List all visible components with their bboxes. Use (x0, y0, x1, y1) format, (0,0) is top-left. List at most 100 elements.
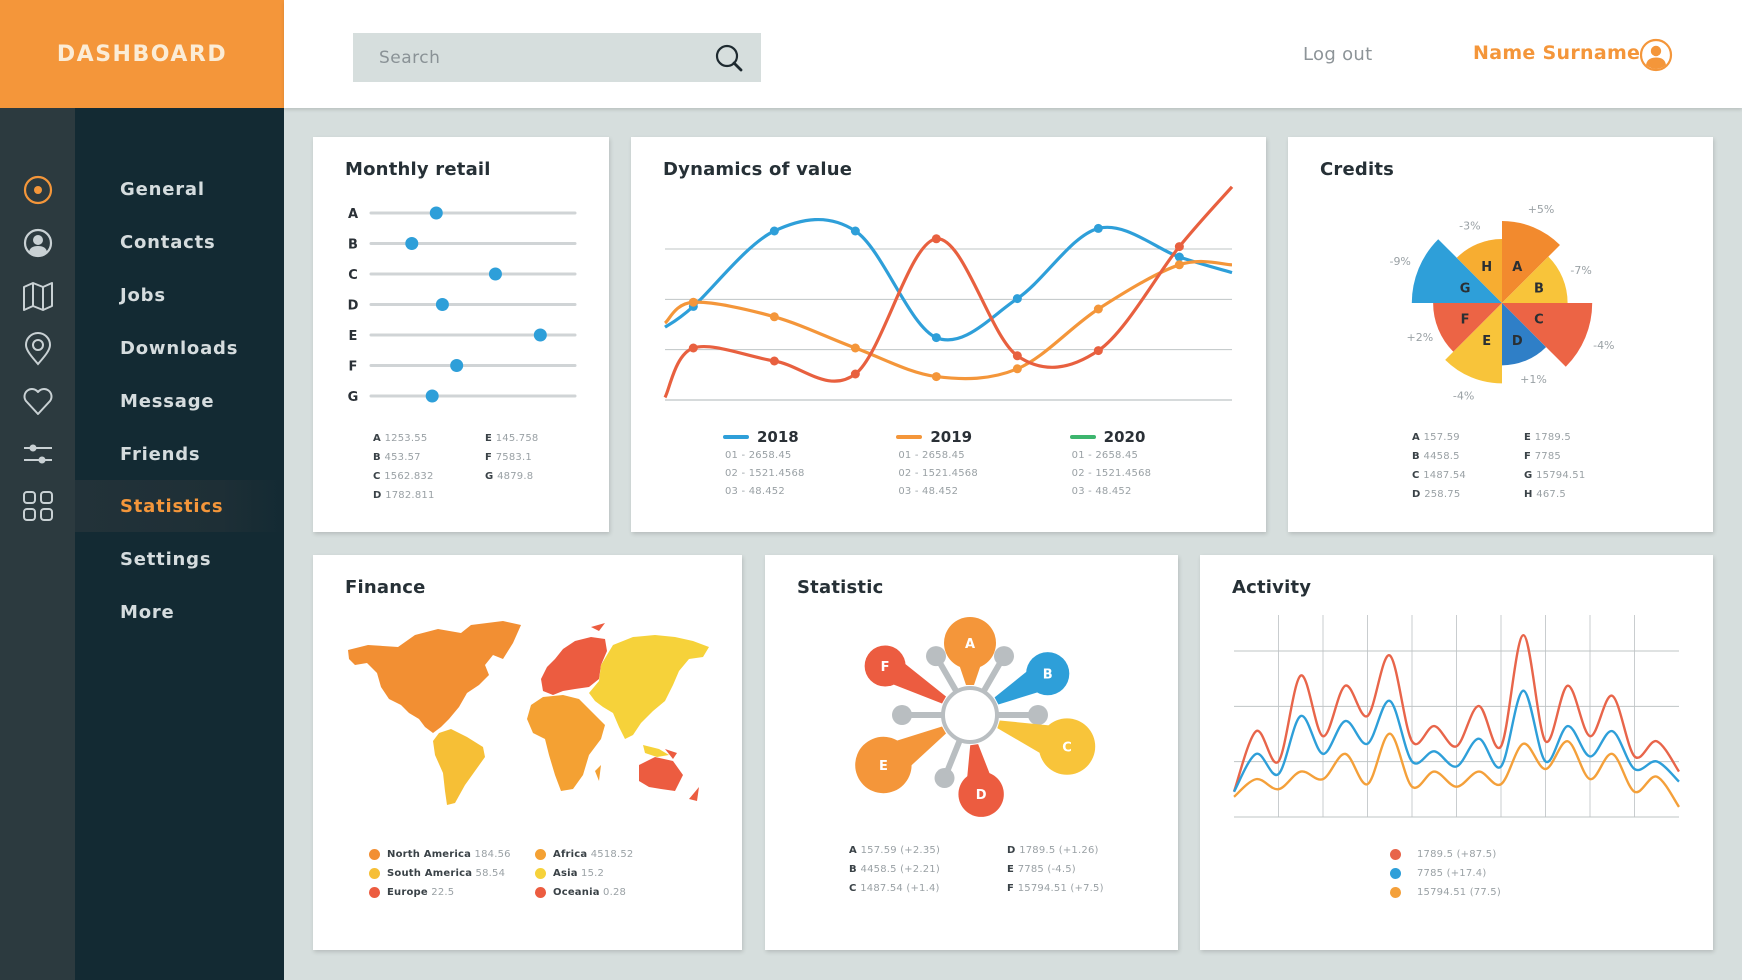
legend-item: C 1487.54 (+1.4) (849, 883, 940, 894)
sidebar-item-settings[interactable]: Settings (75, 533, 284, 585)
legend-dot (535, 849, 546, 860)
sidebar-item-friends[interactable]: Friends (75, 428, 284, 480)
data-point[interactable] (1174, 260, 1184, 270)
user-name[interactable]: Name Surname (1473, 42, 1640, 64)
legend-key: A (849, 845, 861, 856)
data-point[interactable] (1012, 364, 1022, 374)
target-icon[interactable] (21, 173, 55, 207)
map-region-south-america[interactable] (433, 729, 485, 805)
data-point[interactable] (688, 343, 698, 353)
monthly-retail-chart: A BC DE FG (348, 206, 577, 405)
legend-row: 02 - 1521.4568 (725, 468, 805, 479)
slice-change-label: -9% (1389, 255, 1410, 268)
series-line-2020[interactable] (663, 185, 1234, 399)
slider-handle[interactable] (405, 237, 419, 250)
data-point[interactable] (769, 312, 779, 322)
data-point[interactable] (1174, 252, 1184, 262)
map-icon[interactable] (21, 279, 55, 313)
legend-group: 2019 01 - 2658.45 02 - 1521.4568 03 - 48.45… (896, 427, 1069, 501)
user-circle-icon[interactable] (21, 226, 55, 260)
sliders-icon[interactable] (21, 437, 55, 471)
data-point[interactable] (688, 297, 698, 307)
legend-row: 03 - 48.452 (1071, 486, 1132, 497)
slice-change-label: +2% (1407, 331, 1434, 344)
legend-key: D (1007, 845, 1020, 856)
slider-handle[interactable] (450, 359, 464, 372)
legend-item: B 4458.5 (+2.21) (849, 864, 940, 875)
legend-row: 02 - 1521.4568 (1071, 468, 1152, 479)
legend-item: A 157.59 (+2.35) (849, 845, 941, 856)
node-label: F (881, 660, 890, 675)
slice-label: H (1481, 260, 1492, 275)
slice-label: A (1512, 260, 1522, 275)
slider-handle[interactable] (533, 328, 547, 342)
legend-series-name: 2018 (757, 428, 799, 446)
sidebar-item-jobs[interactable]: Jobs (75, 269, 284, 321)
legend-item: 15794.51 (77.5) (1390, 883, 1590, 902)
data-point[interactable] (850, 226, 860, 236)
grid-icon[interactable] (21, 489, 55, 523)
sidebar-item-general[interactable]: General (75, 163, 284, 215)
map-region-oceania[interactable] (639, 749, 699, 801)
legend-item: F 15794.51 (+7.5) (1007, 883, 1104, 894)
region-name: Europe (387, 887, 428, 898)
legend-dot (369, 849, 380, 860)
data-point[interactable] (1012, 294, 1022, 304)
data-point[interactable] (1174, 242, 1184, 252)
spoke-grey-end (934, 768, 955, 789)
slider-handle[interactable] (425, 389, 439, 403)
legend-dot (535, 887, 546, 898)
activity-card: Activity 1789.5 (+87.5) 7785 (+17.4) 15794… (1200, 555, 1713, 950)
world-map (348, 621, 709, 805)
series-line-2019[interactable] (663, 259, 1233, 381)
slider-handle[interactable] (429, 206, 443, 220)
activity-chart (1232, 615, 1680, 818)
legend-item: B 453.57 (373, 452, 421, 463)
sidebar-item-statistics[interactable]: Statistics (75, 480, 284, 532)
logout-link[interactable]: Log out (1303, 44, 1372, 65)
legend-header: 2018 (723, 427, 896, 447)
legend-row: 01 - 2658.45 (898, 450, 965, 461)
data-point[interactable] (1093, 223, 1103, 233)
data-point[interactable] (769, 226, 779, 236)
legend-key: A (373, 433, 385, 444)
legend-item: D 258.75 (1412, 489, 1461, 500)
map-region-africa[interactable] (527, 695, 605, 791)
data-point[interactable] (850, 369, 860, 379)
map-region-north-america[interactable] (348, 621, 521, 733)
legend-dot (1390, 887, 1401, 898)
data-point[interactable] (1093, 346, 1103, 356)
data-point[interactable] (931, 372, 941, 382)
legend-key: D (1412, 489, 1425, 500)
search-icon[interactable] (713, 42, 745, 74)
data-point[interactable] (1093, 304, 1103, 314)
data-point[interactable] (931, 333, 941, 343)
slice-change-label: +1% (1520, 373, 1547, 386)
sidebar-item-message[interactable]: Message (75, 375, 284, 427)
user-avatar-icon[interactable] (1639, 38, 1673, 72)
node-label: E (879, 759, 888, 774)
sidebar-item-contacts[interactable]: Contacts (75, 216, 284, 268)
slider-handle[interactable] (488, 267, 502, 281)
legend-item: C 1562.832 (373, 471, 434, 482)
dynamics-card: Dynamics of value 2018 01 - 2658.45 02 - 1… (631, 137, 1266, 532)
slice-change-label: -3% (1459, 219, 1480, 232)
map-region-asia[interactable] (589, 635, 709, 757)
legend-dot (369, 887, 380, 898)
legend-item: 7785 (+17.4) (1390, 864, 1590, 883)
data-point[interactable] (769, 356, 779, 366)
brand-logo[interactable]: DASHBOARD (0, 0, 284, 108)
slider-handle[interactable] (435, 298, 449, 311)
data-point[interactable] (1012, 351, 1022, 361)
search-input[interactable] (379, 47, 679, 68)
sidebar-item-downloads[interactable]: Downloads (75, 322, 284, 374)
slice-change-label: -4% (1593, 339, 1614, 352)
data-point[interactable] (850, 343, 860, 353)
sidebar-item-more[interactable]: More (75, 586, 284, 638)
location-pin-icon[interactable] (21, 332, 55, 366)
heart-icon[interactable] (21, 384, 55, 418)
legend-key: H (1524, 489, 1537, 500)
credits-chart: A +5% B -7% C -4% D +1% E -4% F +2% G -9% H -3% (1389, 203, 1614, 403)
data-point[interactable] (931, 234, 941, 244)
slice-change-label: -4% (1453, 390, 1474, 403)
